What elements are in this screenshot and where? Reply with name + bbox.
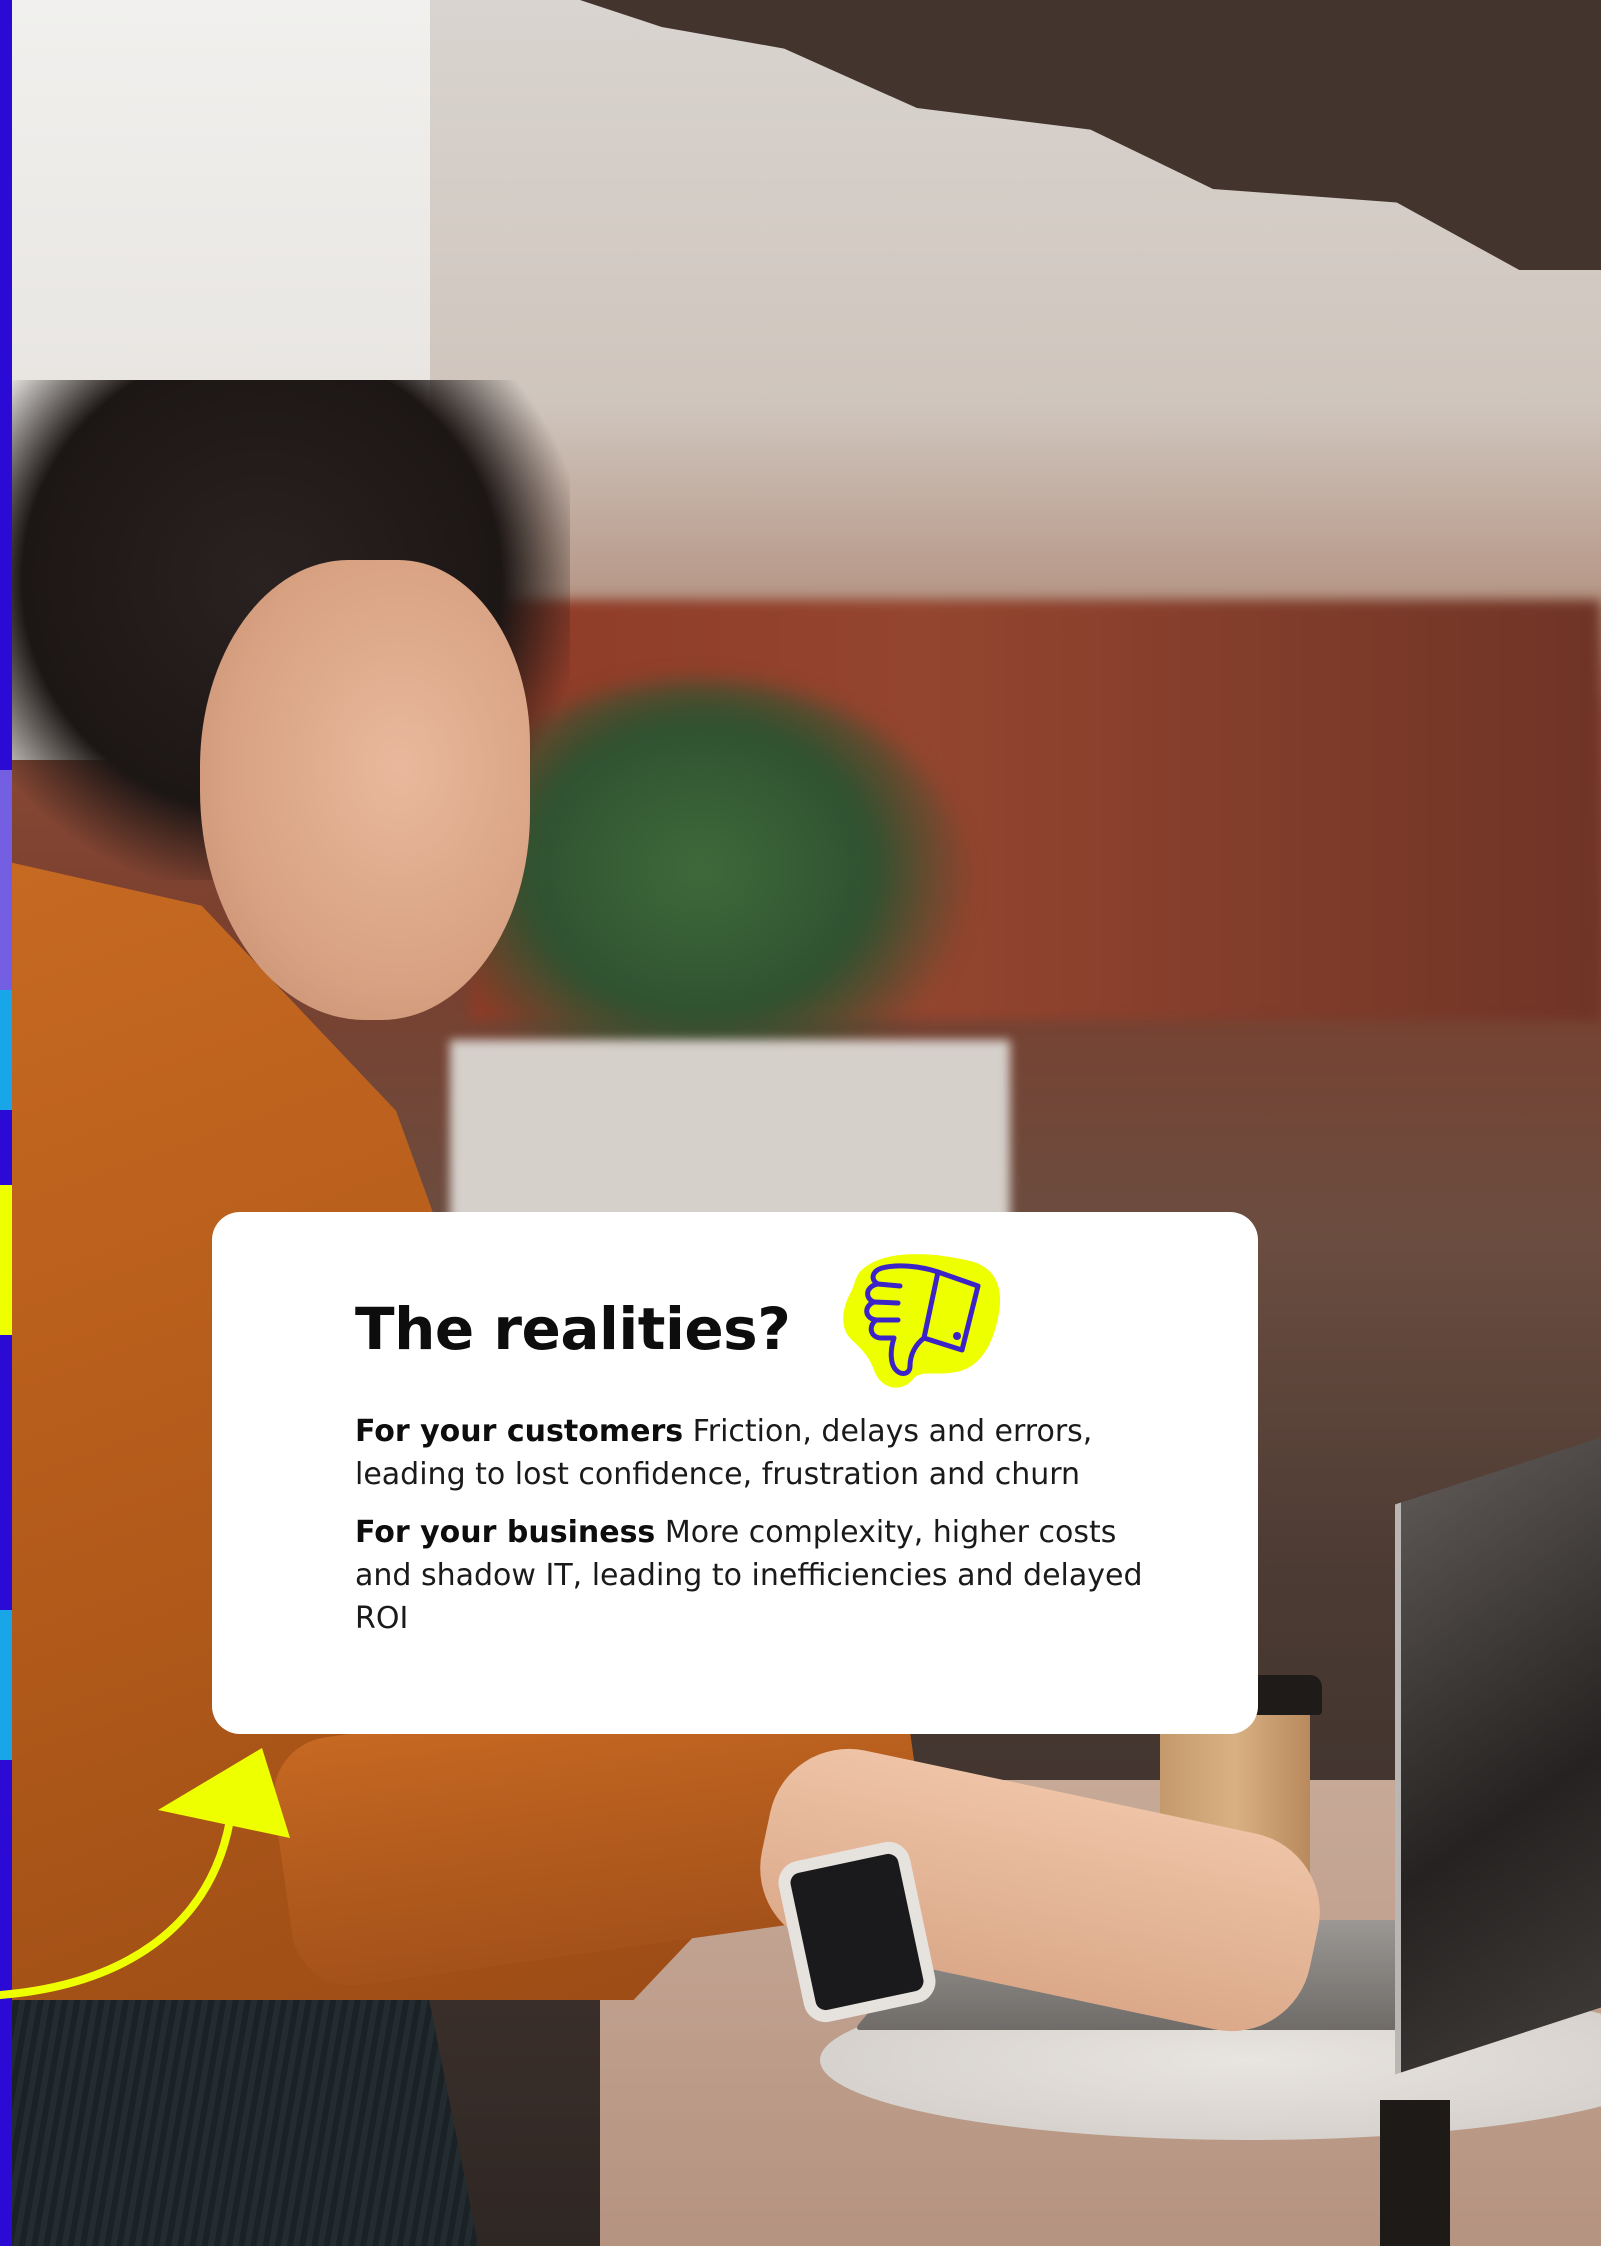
customers-lead: For your customers <box>355 1414 684 1449</box>
realities-card: The realities? For your customers Fricti… <box>212 1212 1258 1734</box>
cafe-table-leg <box>1380 2100 1450 2246</box>
business-paragraph: For your business More complexity, highe… <box>355 1511 1155 1640</box>
card-title: The realities? <box>355 1295 791 1363</box>
stripe-segment-yellow <box>0 1185 12 1335</box>
background-ceiling <box>580 0 1601 270</box>
customers-paragraph: For your customers Friction, delays and … <box>355 1410 1155 1496</box>
stripe-segment-cyan <box>0 990 12 1110</box>
business-lead: For your business <box>355 1515 656 1550</box>
yellow-arrow <box>0 1748 290 1999</box>
thumbs-down-icon <box>843 1254 1001 1388</box>
laptop-screen <box>1395 1435 1601 2075</box>
woman-face <box>200 560 530 1020</box>
stripe-segment-white <box>0 770 12 990</box>
